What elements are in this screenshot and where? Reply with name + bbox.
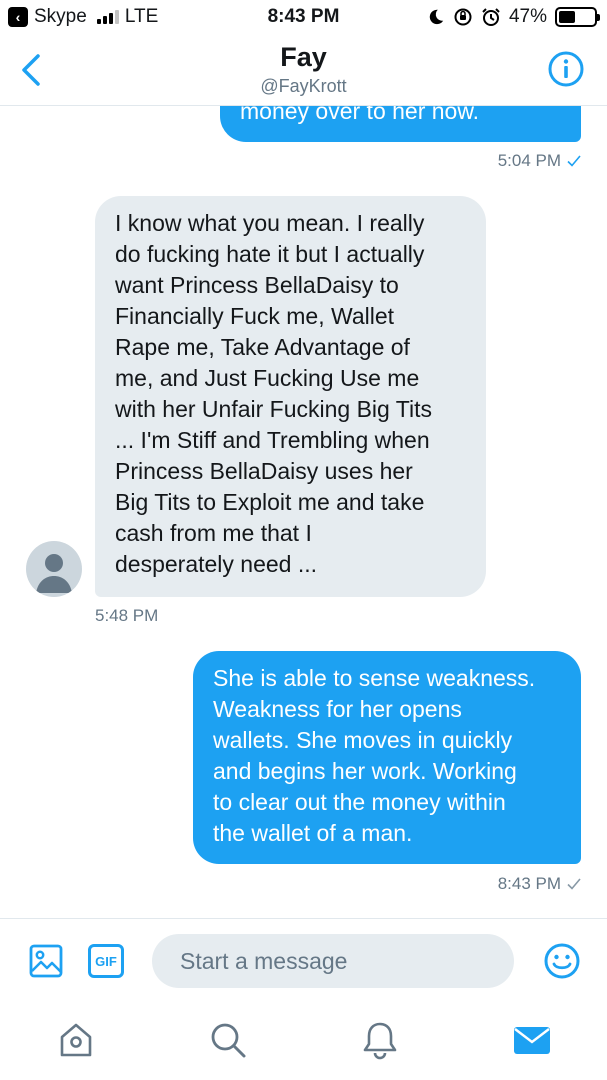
- message-time: 5:48 PM: [95, 606, 159, 625]
- notifications-icon[interactable]: [360, 1020, 400, 1060]
- message-list[interactable]: money over to her now. 5:04 PM I know wh…: [0, 106, 607, 918]
- emoji-icon[interactable]: [543, 942, 581, 980]
- battery-percent: 47%: [508, 6, 547, 27]
- rotation-lock-icon: [454, 8, 472, 26]
- conversation-header: Fay @FayKrott: [0, 34, 607, 106]
- status-right: 47%: [427, 6, 600, 28]
- tab-bar: [0, 1006, 607, 1080]
- message-composer: GIF: [0, 918, 607, 1006]
- checkmark-icon: [567, 155, 581, 167]
- conversation-handle: @FayKrott: [260, 76, 347, 96]
- message-bubble-sent[interactable]: She is able to sense weakness. Weakness …: [193, 651, 581, 864]
- message-bubble-received[interactable]: I know what you mean. I really do fuckin…: [95, 196, 486, 597]
- battery-icon: [555, 7, 600, 27]
- default-avatar-icon: [36, 554, 72, 593]
- gif-button[interactable]: GIF: [88, 944, 124, 978]
- search-icon[interactable]: [208, 1020, 248, 1060]
- message-time: 8:43 PM: [497, 874, 561, 893]
- message-timestamp: 5:04 PM: [498, 151, 581, 171]
- image-icon[interactable]: [28, 943, 64, 979]
- messages-icon[interactable]: [512, 1020, 552, 1060]
- alarm-icon: [482, 8, 500, 26]
- conversation-title: Fay: [280, 42, 327, 72]
- message-bubble-sent[interactable]: money over to her now.: [220, 106, 581, 142]
- info-icon[interactable]: [547, 50, 585, 88]
- message-timestamp: 8:43 PM: [498, 874, 581, 894]
- checkmark-icon: [567, 878, 581, 890]
- moon-icon: [429, 9, 444, 25]
- message-timestamp: 5:48 PM: [95, 606, 158, 626]
- status-bar: ‹ Skype LTE 8:43 PM 47%: [0, 0, 607, 34]
- message-time: 5:04 PM: [497, 151, 561, 170]
- message-input[interactable]: [152, 934, 514, 988]
- avatar[interactable]: [26, 541, 82, 597]
- battery-fill: [559, 11, 575, 23]
- home-icon[interactable]: [56, 1020, 96, 1060]
